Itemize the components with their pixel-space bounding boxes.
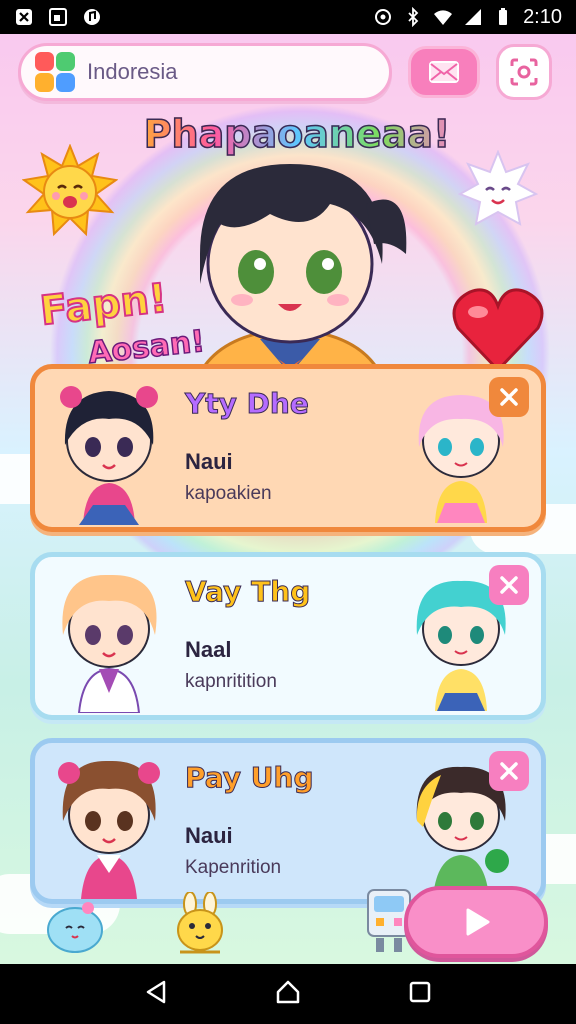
- star-mascot-icon: [458, 150, 538, 226]
- card-title: Yty Dhe: [185, 387, 310, 421]
- close-icon: [500, 576, 518, 594]
- card-name: Naal: [185, 637, 232, 662]
- signal-icon: [463, 7, 483, 27]
- hero-subtitle-1: Fapn!: [37, 274, 170, 335]
- system-nav-bar: [0, 964, 576, 1024]
- camera-scan-icon: [510, 58, 538, 86]
- region-selector[interactable]: Indoresia: [18, 43, 392, 101]
- play-icon: [466, 908, 490, 936]
- home-icon: [276, 980, 300, 1004]
- card-name: Naui: [185, 449, 233, 474]
- recents-button[interactable]: [406, 978, 434, 1010]
- wifi-icon: [433, 7, 453, 27]
- app-logo-icon: [35, 52, 75, 92]
- scan-button[interactable]: [496, 44, 552, 100]
- character-card[interactable]: Yty Dhe Naui kapoakien: [30, 364, 546, 532]
- card-close-button[interactable]: [489, 565, 529, 605]
- hero-banner: Phapaoaneaa! Fapn! Aosan!: [0, 104, 576, 404]
- status-bar: 2:10: [0, 0, 576, 34]
- sun-mascot-icon: [22, 144, 118, 237]
- character-avatar: [62, 574, 157, 713]
- card-role: Kapenrition: [185, 857, 282, 878]
- card-close-button[interactable]: [489, 377, 529, 417]
- cloud-mascot-icon: [47, 902, 103, 953]
- play-button[interactable]: [404, 886, 548, 958]
- close-icon: [500, 762, 518, 780]
- heart-icon: [452, 288, 544, 373]
- top-bar: Indoresia: [18, 42, 558, 102]
- bunny-mascot-icon: [177, 892, 223, 954]
- character-card[interactable]: Vay Thg Naal kapnritition: [30, 552, 546, 720]
- home-button[interactable]: [274, 978, 302, 1010]
- card-role: kapoakien: [185, 483, 272, 504]
- vpn-icon: [373, 7, 393, 27]
- card-close-button[interactable]: [489, 751, 529, 791]
- music-icon: [82, 7, 102, 27]
- card-title: Pay Uhg: [185, 761, 315, 795]
- close-icon: [500, 388, 518, 406]
- character-avatar: [58, 760, 160, 899]
- character-avatar: [60, 386, 158, 525]
- card-title: Vay Thg: [184, 575, 311, 609]
- character-card[interactable]: Pay Uhg Naui Kapenrition: [30, 738, 546, 904]
- back-icon: [146, 980, 166, 1004]
- recents-icon: [409, 981, 431, 1003]
- card-name: Naui: [185, 823, 233, 848]
- app-screen: Indoresia Phapaoaneaa! Fapn! Aosan! Yty …: [0, 34, 576, 964]
- region-label: Indoresia: [87, 59, 178, 84]
- mail-icon: [429, 61, 459, 83]
- image-icon: [48, 7, 68, 27]
- card-role: kapnritition: [185, 671, 277, 692]
- back-button[interactable]: [142, 978, 170, 1010]
- bluetooth-icon: [403, 7, 423, 27]
- mail-button[interactable]: [408, 46, 480, 98]
- x-box-icon: [14, 7, 34, 27]
- battery-icon: [493, 7, 513, 27]
- status-time: 2:10: [523, 5, 562, 28]
